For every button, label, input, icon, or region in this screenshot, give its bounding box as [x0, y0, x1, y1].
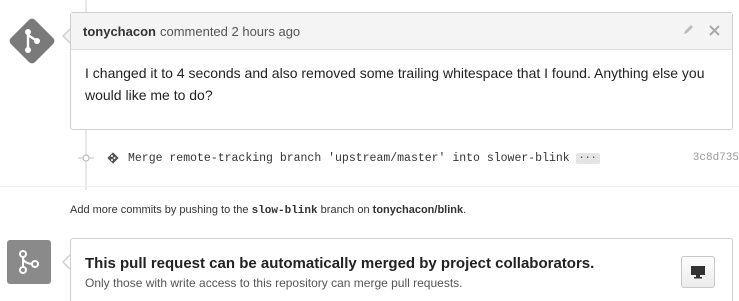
merge-title: This pull request can be automatically m…	[85, 255, 595, 272]
push-hint: Add more commits by pushing to the slow-…	[70, 204, 466, 217]
open-in-desktop-button[interactable]	[681, 256, 715, 288]
hint-suffix: .	[463, 204, 467, 216]
commit-sha[interactable]: 3c8d735	[693, 152, 739, 164]
comment-box: tonychacon commented 2 hours ago I chang…	[70, 12, 733, 130]
merge-status-box: This pull request can be automatically m…	[70, 238, 733, 301]
hint-repo[interactable]: tonychacon/blink	[373, 204, 463, 216]
desktop-icon	[691, 266, 705, 279]
merge-subtitle: Only those with write access to this rep…	[85, 276, 463, 290]
commit-row: Merge remote-tracking branch 'upstream/m…	[76, 148, 739, 168]
merge-status-avatar	[7, 240, 51, 284]
git-logo-avatar	[9, 18, 55, 64]
comment-meta: commented 2 hours ago	[159, 23, 301, 39]
divider	[0, 186, 739, 187]
git-merge-icon	[19, 250, 39, 274]
pencil-icon[interactable]	[682, 23, 695, 39]
commit-node-icon	[76, 153, 96, 163]
hint-prefix: Add more commits by pushing to the	[70, 204, 252, 216]
commit-message[interactable]: Merge remote-tracking branch 'upstream/m…	[128, 152, 570, 165]
comment-author[interactable]: tonychacon	[83, 24, 156, 39]
close-icon[interactable]	[709, 23, 720, 39]
comment-header: tonychacon commented 2 hours ago	[71, 13, 732, 50]
comment-actions	[682, 23, 720, 39]
git-commit-icon	[107, 152, 119, 164]
comment-body: I changed it to 4 seconds and also remov…	[85, 65, 705, 103]
hint-middle: branch on	[317, 204, 373, 216]
commit-expand-button[interactable]: ···	[575, 152, 600, 164]
hint-branch: slow-blink	[251, 205, 318, 217]
